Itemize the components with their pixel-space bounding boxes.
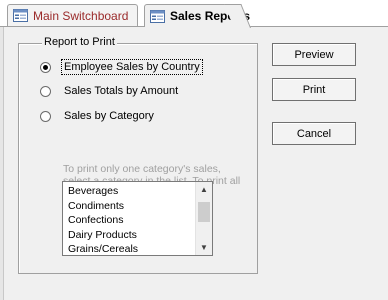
category-items: Beverages Condiments Confections Dairy P… <box>68 184 138 255</box>
option-sales-by-category[interactable]: Sales by Category <box>40 109 156 123</box>
tab-main-switchboard[interactable]: Main Switchboard <box>7 4 138 26</box>
radio-button[interactable] <box>40 61 51 73</box>
list-item[interactable]: Dairy Products <box>68 228 138 243</box>
chevron-up-icon[interactable]: ▲ <box>196 182 212 196</box>
scrollbar-thumb[interactable] <box>198 202 210 222</box>
preview-button[interactable]: Preview <box>272 43 356 66</box>
option-label: Sales by Category <box>64 110 154 122</box>
radio-button[interactable] <box>40 110 51 122</box>
button-label: Print <box>302 83 326 96</box>
document-tab-strip: Main Switchboard Sales Reports <box>0 0 388 28</box>
sales-reports-form: Report to Print Employee Sales by Countr… <box>0 26 388 300</box>
tab-sales-reports[interactable]: Sales Reports <box>144 4 251 28</box>
option-label: Sales Totals by Amount <box>64 85 179 97</box>
list-item[interactable]: Beverages <box>68 184 138 199</box>
cancel-button[interactable]: Cancel <box>272 122 356 145</box>
list-item[interactable]: Confections <box>68 213 138 228</box>
option-employee-sales-by-country[interactable]: Employee Sales by Country <box>40 59 203 75</box>
tab-label: Main Switchboard <box>33 8 129 23</box>
list-item[interactable]: Condiments <box>68 199 138 214</box>
chevron-down-icon[interactable]: ▼ <box>196 240 212 254</box>
form-left-edge <box>0 27 4 300</box>
form-icon <box>13 9 28 22</box>
report-option-group-title: Report to Print <box>42 36 117 48</box>
form-icon <box>150 9 165 23</box>
list-scrollbar[interactable]: ▲ ▼ <box>195 182 212 255</box>
list-item[interactable]: Grains/Cereals <box>68 242 138 255</box>
option-label: Employee Sales by Country <box>61 59 203 75</box>
radio-button[interactable] <box>40 85 51 97</box>
button-label: Preview <box>294 48 334 61</box>
print-button[interactable]: Print <box>272 78 356 101</box>
button-label: Cancel <box>296 127 332 140</box>
category-listbox[interactable]: Beverages Condiments Confections Dairy P… <box>62 181 213 256</box>
option-sales-totals-by-amount[interactable]: Sales Totals by Amount <box>40 84 180 98</box>
